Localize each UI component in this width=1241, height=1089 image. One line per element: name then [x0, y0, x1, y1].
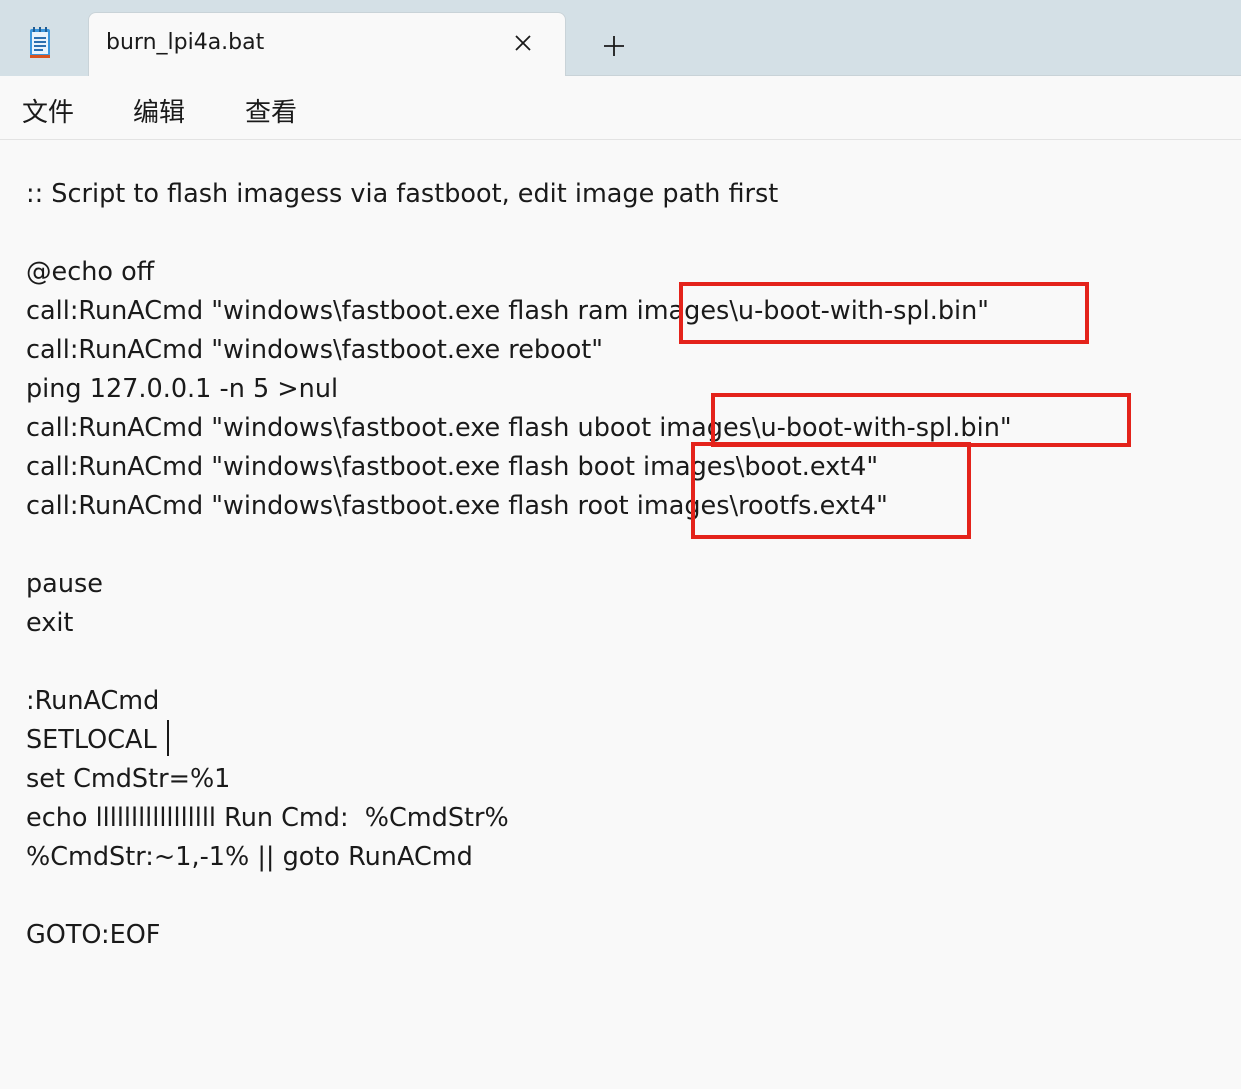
- editor-line: :RunACmd: [26, 686, 160, 716]
- editor-line: set CmdStr=%1: [26, 764, 231, 794]
- editor-line: exit: [26, 608, 74, 638]
- tab-bar: burn_lpi4a.bat: [0, 0, 1241, 76]
- tab-title: burn_lpi4a.bat: [106, 30, 265, 55]
- editor-line: GOTO:EOF: [26, 920, 161, 950]
- editor-line: call:RunACmd "windows\fastboot.exe flash…: [26, 413, 1012, 443]
- editor-line: %CmdStr:~1,-1% || goto RunACmd: [26, 842, 473, 872]
- notepad-icon: [28, 26, 52, 58]
- close-icon[interactable]: [507, 27, 539, 59]
- editor-line: echo lllllllllllllllll Run Cmd: %CmdStr%: [26, 803, 509, 833]
- menu-file[interactable]: 文件: [22, 92, 74, 129]
- plus-icon[interactable]: [596, 28, 632, 64]
- tab-burn-lpi4a[interactable]: burn_lpi4a.bat: [88, 12, 566, 76]
- editor-line: call:RunACmd "windows\fastboot.exe flash…: [26, 491, 888, 521]
- text-editor[interactable]: :: Script to flash imagess via fastboot,…: [0, 140, 1241, 1089]
- editor-line: pause: [26, 569, 103, 599]
- menu-edit[interactable]: 编辑: [133, 92, 185, 129]
- menu-view[interactable]: 查看: [245, 92, 297, 129]
- editor-line: :: Script to flash imagess via fastboot,…: [26, 179, 779, 209]
- notepad-window: burn_lpi4a.bat 文件 编辑 查看 :: Script to fla…: [0, 0, 1241, 1089]
- editor-line: ping 127.0.0.1 -n 5 >nul: [26, 374, 339, 404]
- editor-line: call:RunACmd "windows\fastboot.exe flash…: [26, 452, 879, 482]
- editor-line: call:RunACmd "windows\fastboot.exe flash…: [26, 296, 989, 326]
- editor-line: call:RunACmd "windows\fastboot.exe reboo…: [26, 335, 604, 365]
- editor-line: @echo off: [26, 257, 155, 287]
- editor-line: SETLOCAL: [26, 725, 157, 755]
- menu-bar: 文件 编辑 查看: [0, 76, 1241, 140]
- text-caret: [167, 720, 169, 756]
